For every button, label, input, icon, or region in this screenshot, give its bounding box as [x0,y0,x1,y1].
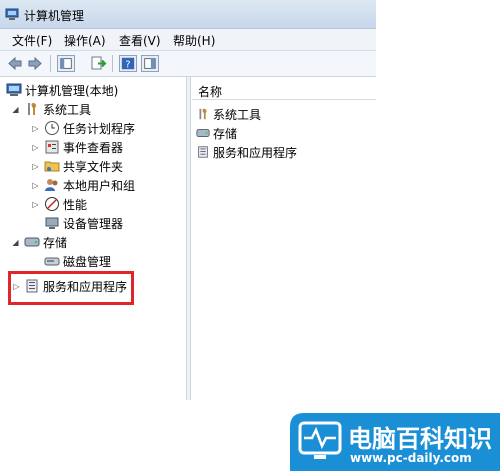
event-viewer-icon [45,140,59,154]
list-item-label: 系统工具 [213,107,262,122]
list-item[interactable]: 系统工具 [196,105,261,123]
console-tree: 计算机管理(本地) ◢ 系统工具 ▷ 任务计划程序 ▷ 事件查看器 ▷ 共享文件… [0,77,187,400]
storage-icon [24,237,40,247]
menu-help[interactable]: 帮助(H) [173,32,215,49]
highlight-box [8,271,134,305]
system-tools-icon [199,108,207,120]
forward-icon[interactable] [26,55,44,72]
tree-item-label: 本地用户和组 [63,178,136,193]
results-pane: 名称 系统工具 存储 服务和应用程序 [192,77,376,400]
computer-management-icon [6,83,22,96]
properties-icon[interactable] [141,55,159,72]
tree-item-storage[interactable]: 存储 [24,233,67,251]
expand-arrow-icon[interactable]: ▷ [31,124,40,133]
list-item-label: 服务和应用程序 [213,145,298,160]
tree-item-disk-management[interactable]: 磁盘管理 [44,252,111,270]
computer-management-icon [5,8,19,20]
menu-view[interactable]: 查看(V) [119,32,161,49]
tree-item-label: 存储 [43,235,68,250]
tree-item-label: 计算机管理(本地) [25,83,119,98]
window-title: 计算机管理 [24,9,85,23]
services-icon [198,146,208,158]
expand-arrow-icon[interactable]: ▷ [31,162,40,171]
column-header-name[interactable]: 名称 [192,81,376,100]
collapse-arrow-icon[interactable]: ◢ [11,238,20,247]
title-bar[interactable]: 计算机管理 [0,0,376,29]
export-list-icon[interactable] [89,55,107,72]
list-item-label: 存储 [213,126,238,141]
toolbar-separator [50,55,51,72]
users-icon [45,179,58,191]
tree-item-shared-folders[interactable]: 共享文件夹 [44,157,123,175]
tree-item-event-viewer[interactable]: 事件查看器 [44,138,123,156]
list-item[interactable]: 服务和应用程序 [196,143,297,161]
back-icon[interactable] [6,55,24,72]
toolbar-separator [112,55,113,72]
storage-icon [196,129,210,137]
list-item[interactable]: 存储 [196,124,237,142]
tree-item-label: 共享文件夹 [63,159,124,174]
tree-item-label: 事件查看器 [63,140,124,155]
expand-arrow-icon[interactable]: ▷ [31,143,40,152]
tree-item-device-manager[interactable]: 设备管理器 [44,214,123,232]
watermark-title: 电脑百科知识 [348,425,492,453]
device-manager-icon [45,217,59,229]
svg-text:?: ? [125,59,130,70]
tree-item-task-scheduler[interactable]: 任务计划程序 [44,119,135,137]
collapse-arrow-icon[interactable]: ◢ [11,105,20,114]
watermark-url: www.pc-daily.com [350,451,472,465]
clock-icon [45,121,59,135]
tree-item-root[interactable]: 计算机管理(本地) [6,81,118,99]
tree-item-label: 磁盘管理 [63,254,112,269]
menu-bar: 文件(F) 操作(A) 查看(V) 帮助(H) [0,29,376,51]
performance-icon [45,197,59,211]
menu-action[interactable]: 操作(A) [64,32,106,49]
expand-arrow-icon[interactable]: ▷ [31,181,40,190]
tree-item-system-tools[interactable]: 系统工具 [24,100,91,118]
tree-item-label: 任务计划程序 [63,121,136,136]
tree-item-label: 系统工具 [43,102,92,117]
disk-icon [44,257,60,266]
menu-file[interactable]: 文件(F) [12,32,52,49]
toolbar: ? [0,51,376,77]
computer-management-window: 计算机管理 文件(F) 操作(A) 查看(V) 帮助(H) ? 计算机管理(本地… [0,0,376,400]
system-tools-icon [28,103,37,115]
help-icon[interactable]: ? [119,55,137,72]
tree-item-label: 设备管理器 [63,216,124,231]
expand-arrow-icon[interactable]: ▷ [31,200,40,209]
tree-item-performance[interactable]: 性能 [44,195,87,213]
tree-item-label: 性能 [63,197,88,212]
tree-item-local-users[interactable]: 本地用户和组 [44,176,135,194]
pane-splitter[interactable] [187,77,191,400]
watermark: 电脑百科知识 www.pc-daily.com [290,413,500,471]
column-header-label: 名称 [198,85,223,99]
shared-folder-icon [44,161,60,172]
console-tree-icon[interactable] [57,55,75,72]
